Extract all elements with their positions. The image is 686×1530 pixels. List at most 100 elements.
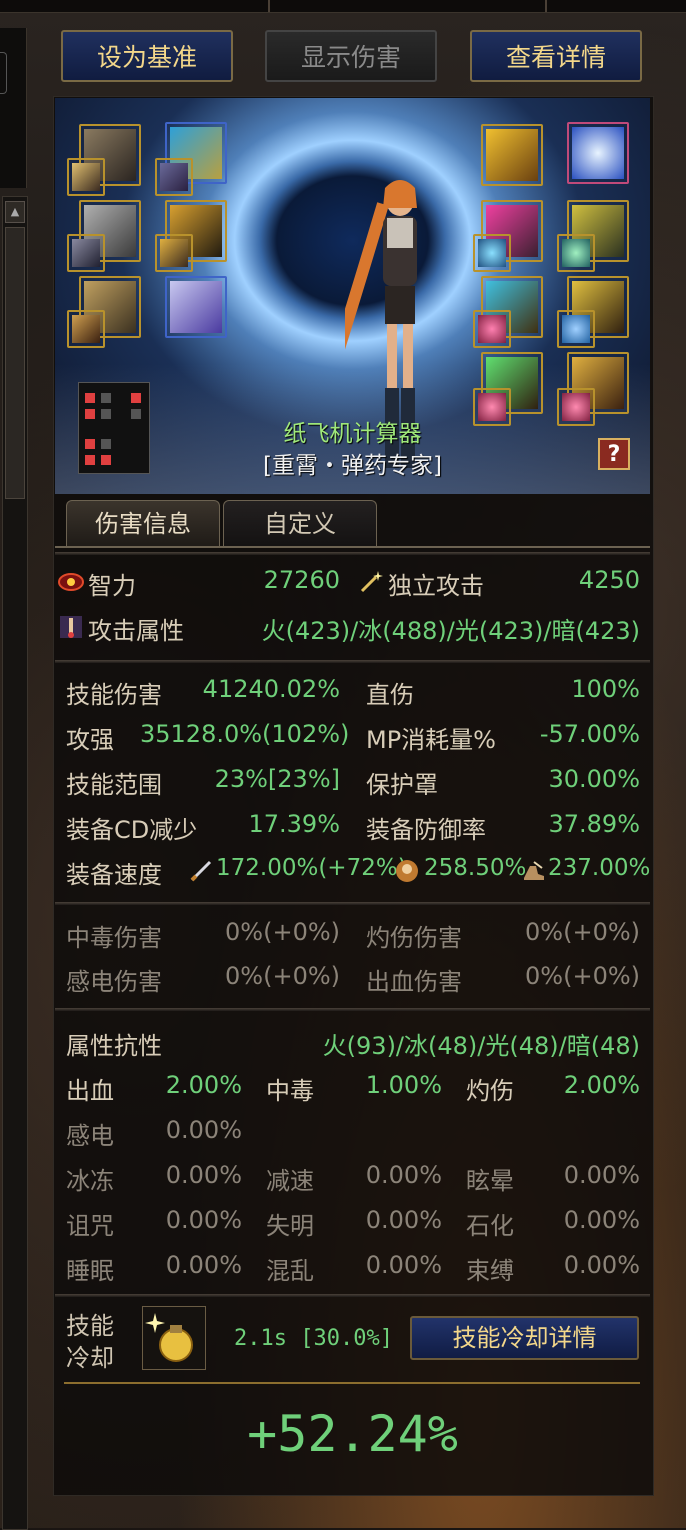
element-attack-value: 火(423)/冰(488)/光(423)/暗(423) bbox=[261, 617, 640, 645]
equip-slot-weapon[interactable] bbox=[481, 124, 543, 186]
emblem-slot-3[interactable] bbox=[473, 310, 511, 348]
bleed-damage-label: 出血伤害 bbox=[366, 968, 462, 996]
cooldown-label-line2: 冷却 bbox=[66, 1344, 114, 1372]
mp-cost-value: -57.00% bbox=[539, 720, 640, 748]
divider bbox=[55, 660, 650, 663]
slow-res-label: 减速 bbox=[266, 1167, 314, 1195]
stone-res-label: 石化 bbox=[466, 1212, 514, 1240]
tab-underline bbox=[55, 546, 650, 548]
avatar-slot-4[interactable] bbox=[155, 234, 193, 272]
divider bbox=[55, 552, 650, 555]
sleep-res-value: 0.00% bbox=[165, 1251, 242, 1279]
element-resistance-value: 火(93)/冰(48)/光(48)/暗(48) bbox=[322, 1032, 640, 1060]
top-tab-strip bbox=[0, 0, 686, 13]
cast-speed-value: 258.50% bbox=[424, 855, 527, 881]
equip-defense-value: 37.89% bbox=[548, 810, 640, 838]
int-value: 27260 bbox=[263, 566, 340, 594]
divider bbox=[55, 902, 650, 905]
skill-damage-label: 技能伤害 bbox=[66, 681, 162, 709]
stun-res-label: 眩晕 bbox=[466, 1167, 514, 1195]
damage-increase-result: +52.24% bbox=[247, 1405, 458, 1463]
divider bbox=[55, 1008, 650, 1011]
cast-speed-icon bbox=[396, 860, 418, 882]
character-name: 纸飞机计算器 bbox=[283, 421, 422, 447]
shock-res-label: 感电 bbox=[66, 1122, 114, 1150]
element-attack-icon bbox=[60, 616, 82, 638]
move-speed-boot-icon bbox=[524, 861, 544, 880]
set-baseline-button[interactable]: 设为基准 bbox=[61, 30, 233, 82]
attack-power-label: 攻强 bbox=[66, 726, 114, 754]
left-side-panel bbox=[0, 28, 27, 188]
curse-res-label: 诅咒 bbox=[66, 1212, 114, 1240]
bleed-res-label: 出血 bbox=[66, 1077, 114, 1105]
shock-damage-label: 感电伤害 bbox=[66, 968, 162, 996]
burn-res-value: 2.00% bbox=[563, 1071, 640, 1099]
scroll-thumb[interactable] bbox=[5, 227, 25, 499]
result-divider bbox=[64, 1382, 640, 1384]
sparkle-sword-icon bbox=[360, 571, 383, 593]
emblem-slot-4[interactable] bbox=[557, 310, 595, 348]
blind-res-value: 0.00% bbox=[365, 1206, 442, 1234]
shield-label: 保护罩 bbox=[366, 771, 438, 799]
cooldown-label-line1: 技能 bbox=[66, 1312, 114, 1340]
view-details-button[interactable]: 查看详情 bbox=[470, 30, 642, 82]
equip-slot-aura[interactable] bbox=[567, 122, 629, 184]
tab-custom[interactable]: 自定义 bbox=[223, 500, 377, 546]
element-resistance-label: 属性抗性 bbox=[66, 1032, 162, 1060]
cooldown-value: 2.1s [30.0%] bbox=[234, 1326, 393, 1351]
skill-range-label: 技能范围 bbox=[66, 771, 162, 799]
avatar-slot-3[interactable] bbox=[67, 234, 105, 272]
poison-res-label: 中毒 bbox=[266, 1077, 314, 1105]
independent-attack-value: 4250 bbox=[578, 566, 640, 594]
skill-range-value: 23%[23%] bbox=[214, 765, 340, 793]
burn-res-label: 灼伤 bbox=[466, 1077, 514, 1105]
stun-res-value: 0.00% bbox=[563, 1161, 640, 1189]
direct-damage-value: 100% bbox=[571, 675, 640, 703]
character-class: [重霄・弹药专家] bbox=[263, 453, 442, 479]
confuse-res-value: 0.00% bbox=[365, 1251, 442, 1279]
freeze-res-value: 0.00% bbox=[165, 1161, 242, 1189]
scrollbar[interactable]: ▲ bbox=[2, 196, 28, 1530]
grenade-skill-icon bbox=[142, 1306, 206, 1370]
attack-power-value: 35128.0%(102%) bbox=[140, 720, 350, 748]
skill-damage-value: 41240.02% bbox=[202, 675, 340, 703]
direct-damage-label: 直伤 bbox=[366, 681, 414, 709]
avatar-slot-5[interactable] bbox=[67, 310, 105, 348]
side-handle[interactable] bbox=[0, 52, 7, 94]
show-damage-button[interactable]: 显示伤害 bbox=[265, 30, 437, 82]
equip-cd-value: 17.39% bbox=[248, 810, 340, 838]
cooldown-details-button[interactable]: 技能冷却详情 bbox=[410, 1316, 639, 1360]
slow-res-value: 0.00% bbox=[365, 1161, 442, 1189]
bind-res-value: 0.00% bbox=[563, 1251, 640, 1279]
poison-damage-label: 中毒伤害 bbox=[66, 924, 162, 952]
independent-attack-label: 独立攻击 bbox=[388, 572, 484, 600]
avatar-slot-2[interactable] bbox=[155, 158, 193, 196]
poison-damage-value: 0%(+0%) bbox=[225, 918, 340, 946]
divider bbox=[55, 1294, 650, 1297]
poison-res-value: 1.00% bbox=[365, 1071, 442, 1099]
blind-res-label: 失明 bbox=[266, 1212, 314, 1240]
curse-res-value: 0.00% bbox=[165, 1206, 242, 1234]
equip-slot-pet[interactable] bbox=[165, 276, 227, 338]
emblem-slot-1[interactable] bbox=[473, 234, 511, 272]
eye-icon bbox=[58, 573, 84, 591]
emblem-slot-2[interactable] bbox=[557, 234, 595, 272]
shock-damage-value: 0%(+0%) bbox=[225, 962, 340, 990]
help-question-icon[interactable]: ? bbox=[598, 438, 630, 470]
shield-value: 30.00% bbox=[548, 765, 640, 793]
mp-cost-label: MP消耗量% bbox=[366, 726, 496, 754]
confuse-res-label: 混乱 bbox=[266, 1257, 314, 1285]
burn-damage-label: 灼伤伤害 bbox=[366, 924, 462, 952]
bind-res-label: 束缚 bbox=[466, 1257, 514, 1285]
tab-damage-info[interactable]: 伤害信息 bbox=[66, 500, 220, 546]
attack-speed-value: 172.00%(+72%) bbox=[216, 855, 407, 881]
int-label: 智力 bbox=[88, 572, 136, 600]
bleed-res-value: 2.00% bbox=[165, 1071, 242, 1099]
burn-damage-value: 0%(+0%) bbox=[525, 918, 640, 946]
bleed-damage-value: 0%(+0%) bbox=[525, 962, 640, 990]
move-speed-value: 237.00% bbox=[548, 855, 651, 881]
equip-cd-label: 装备CD减少 bbox=[66, 816, 198, 844]
scroll-up-arrow-icon[interactable]: ▲ bbox=[5, 201, 25, 223]
avatar-slot-1[interactable] bbox=[67, 158, 105, 196]
element-attack-label: 攻击属性 bbox=[88, 617, 184, 645]
